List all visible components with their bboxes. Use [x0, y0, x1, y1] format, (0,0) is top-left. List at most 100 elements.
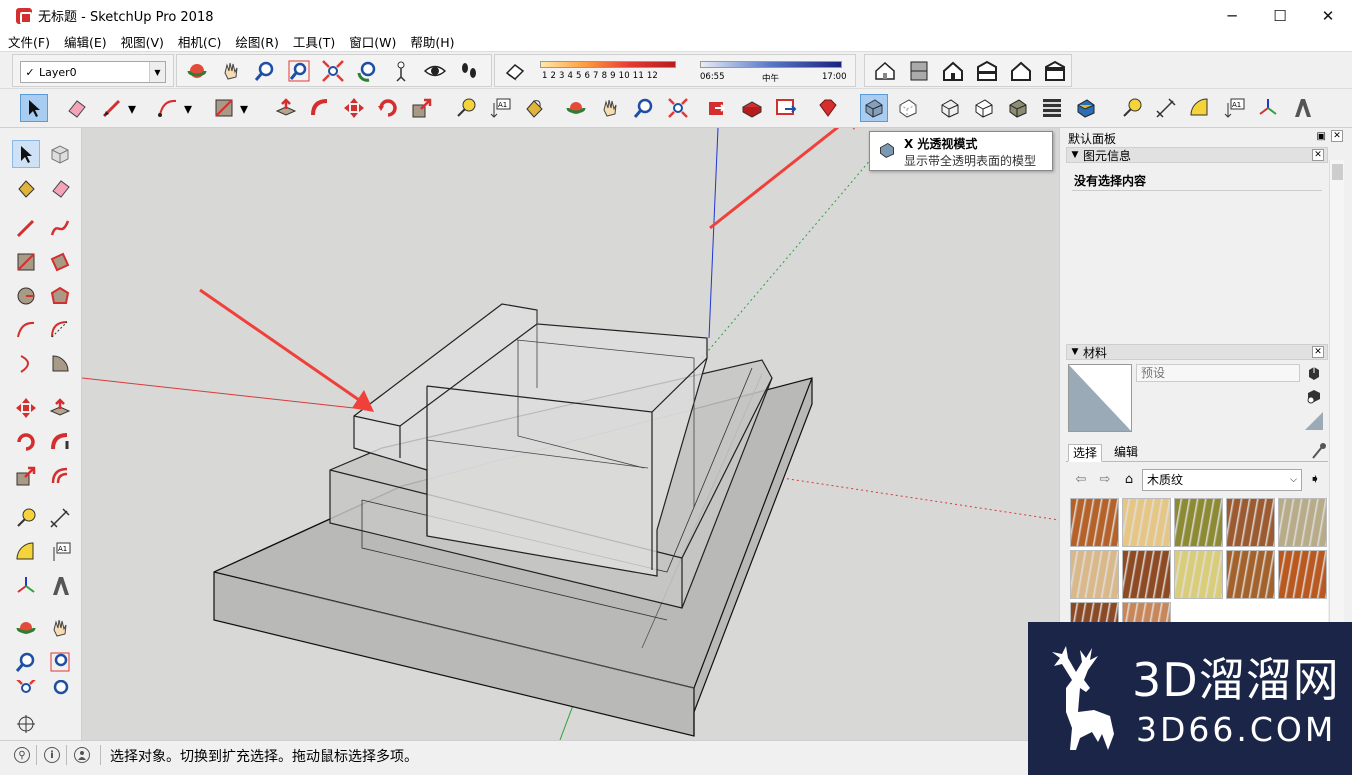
- line-tool-icon-left[interactable]: [12, 214, 40, 242]
- tab-edit[interactable]: 编辑: [1110, 444, 1142, 462]
- zoom-extents-icon[interactable]: [319, 57, 347, 85]
- zoom-icon[interactable]: [251, 57, 279, 85]
- material-swatch[interactable]: [1174, 550, 1223, 599]
- previous-view-icon[interactable]: [353, 57, 381, 85]
- chevron-down-icon[interactable]: ▼: [149, 62, 165, 82]
- dimension-icon-left[interactable]: [46, 504, 74, 532]
- tab-select[interactable]: 选择: [1068, 444, 1103, 462]
- share-model-icon[interactable]: [738, 94, 766, 122]
- right-view-icon[interactable]: [973, 57, 1001, 85]
- material-swatch[interactable]: [1278, 550, 1327, 599]
- zoom-extents-icon-2[interactable]: [664, 94, 692, 122]
- shaded-textures-icon[interactable]: [1038, 94, 1066, 122]
- two-point-arc-icon[interactable]: [46, 316, 74, 344]
- orbit-icon-left[interactable]: [12, 614, 40, 642]
- hidden-line-icon[interactable]: [970, 94, 998, 122]
- material-swatch[interactable]: [1226, 498, 1275, 547]
- move-tool-icon-left[interactable]: [12, 394, 40, 422]
- wireframe-icon[interactable]: [936, 94, 964, 122]
- menu-help[interactable]: 帮助(H): [410, 32, 454, 51]
- move-tool-icon[interactable]: [340, 94, 368, 122]
- orbit-icon-2[interactable]: [562, 94, 590, 122]
- back-edges-icon[interactable]: [894, 94, 922, 122]
- extension-manager-icon[interactable]: [814, 94, 842, 122]
- three-point-arc-icon[interactable]: [12, 350, 40, 378]
- menu-camera[interactable]: 相机(C): [178, 32, 221, 51]
- freehand-icon[interactable]: [46, 214, 74, 242]
- details-arrow-icon[interactable]: ➧: [1306, 470, 1324, 488]
- rectangle-tool-icon[interactable]: [210, 94, 238, 122]
- walk-icon[interactable]: [455, 57, 483, 85]
- material-swatch[interactable]: [1226, 550, 1275, 599]
- materials-close-button[interactable]: ✕: [1312, 346, 1324, 358]
- look-around-icon[interactable]: [421, 57, 449, 85]
- chevron-down-icon[interactable]: ⌵: [1290, 470, 1297, 490]
- select-tool-icon-left[interactable]: [12, 140, 40, 168]
- tape-measure-icon-left[interactable]: [12, 504, 40, 532]
- material-swatch[interactable]: [1174, 498, 1223, 547]
- layer-select[interactable]: ✓ Layer0 ▼: [20, 61, 166, 83]
- eraser-icon-left[interactable]: [46, 174, 74, 202]
- menu-window[interactable]: 窗口(W): [349, 32, 396, 51]
- rotate-tool-icon-left[interactable]: [12, 428, 40, 456]
- dimension-icon[interactable]: [1152, 94, 1180, 122]
- previous-view-icon-left[interactable]: [46, 680, 74, 696]
- protractor-icon[interactable]: [1186, 94, 1214, 122]
- pan-icon-2[interactable]: [596, 94, 624, 122]
- minimize-button[interactable]: ─: [1208, 0, 1256, 31]
- xray-mode-icon[interactable]: [860, 94, 888, 122]
- pan-icon-left[interactable]: [46, 614, 74, 642]
- eyedropper-icon[interactable]: [1310, 442, 1326, 464]
- text-tool-icon-2[interactable]: A1: [1220, 94, 1248, 122]
- collection-select[interactable]: 木质纹 ⌵: [1142, 469, 1302, 491]
- materials-header[interactable]: ▼ 材料 ✕: [1066, 344, 1328, 360]
- follow-me-icon-left[interactable]: [46, 428, 74, 456]
- text-tool-icon-left[interactable]: A1: [46, 538, 74, 566]
- material-swatch[interactable]: [1070, 498, 1119, 547]
- create-material-icon[interactable]: [1304, 363, 1324, 383]
- zoom-icon-2[interactable]: [630, 94, 658, 122]
- sample-paint-icon[interactable]: [1304, 411, 1324, 431]
- material-swatch[interactable]: [1070, 550, 1119, 599]
- scroll-thumb[interactable]: [1332, 164, 1343, 180]
- maximize-button[interactable]: ☐: [1256, 0, 1304, 31]
- push-pull-icon[interactable]: [272, 94, 300, 122]
- arc-dropdown-icon[interactable]: ▾: [180, 94, 196, 122]
- shadow-toggle-icon[interactable]: [501, 57, 529, 85]
- 3d-text-icon[interactable]: [1288, 94, 1316, 122]
- polygon-tool-icon[interactable]: [46, 282, 74, 310]
- date-slider[interactable]: [540, 61, 676, 68]
- axes-tool-icon-left[interactable]: [12, 572, 40, 600]
- zoom-icon-left[interactable]: [12, 648, 40, 676]
- 3d-text-icon-left[interactable]: [46, 572, 74, 600]
- paint-bucket-icon[interactable]: [520, 94, 548, 122]
- protractor-icon-left[interactable]: [12, 538, 40, 566]
- axes-tool-icon[interactable]: [1254, 94, 1282, 122]
- zoom-window-icon[interactable]: [285, 57, 313, 85]
- material-swatch[interactable]: [1070, 602, 1119, 624]
- scale-tool-icon[interactable]: [408, 94, 436, 122]
- menu-view[interactable]: 视图(V): [121, 32, 164, 51]
- entity-info-header[interactable]: ▼ 图元信息 ✕: [1066, 147, 1328, 163]
- rotated-rectangle-icon[interactable]: [46, 248, 74, 276]
- shaded-icon[interactable]: [1004, 94, 1032, 122]
- arc-tool-icon[interactable]: [154, 94, 182, 122]
- position-camera-icon[interactable]: [387, 57, 415, 85]
- user-icon[interactable]: [74, 747, 90, 763]
- material-name-field[interactable]: 预设: [1136, 364, 1300, 382]
- zoom-extents-icon-left[interactable]: [12, 680, 40, 696]
- modeling-viewport[interactable]: [82, 128, 1059, 740]
- circle-tool-icon[interactable]: [12, 282, 40, 310]
- rectangle-dropdown-icon[interactable]: ▾: [236, 94, 252, 122]
- make-component-icon[interactable]: [46, 140, 74, 168]
- time-slider[interactable]: [700, 61, 842, 68]
- tape-measure-icon[interactable]: [452, 94, 480, 122]
- collapse-icon[interactable]: ▼: [1067, 150, 1083, 160]
- paint-bucket-icon-left[interactable]: [12, 174, 40, 202]
- material-swatch[interactable]: [1122, 498, 1171, 547]
- collapse-icon[interactable]: ▼: [1067, 347, 1083, 357]
- default-material-icon[interactable]: [1304, 386, 1324, 406]
- eraser-icon[interactable]: [62, 94, 90, 122]
- move-handle-icon[interactable]: [12, 710, 40, 738]
- rotate-tool-icon[interactable]: [374, 94, 402, 122]
